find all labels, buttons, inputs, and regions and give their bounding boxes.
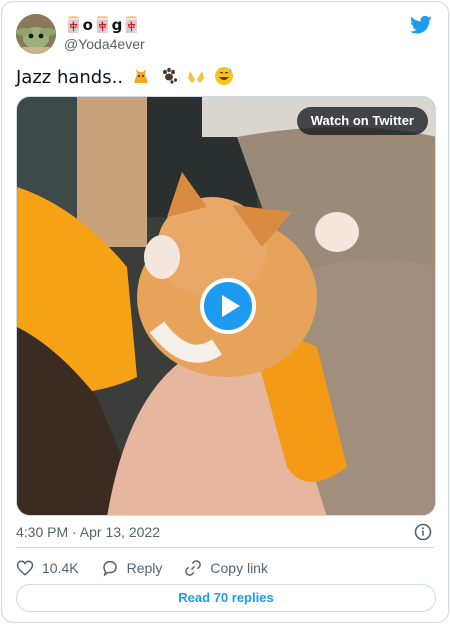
raised-hands-icon — [188, 71, 205, 83]
read-replies-button[interactable]: Read 70 replies — [16, 584, 436, 612]
tweet-text: Jazz hands.. — [16, 66, 234, 88]
author-handle[interactable]: @Yoda4ever — [64, 36, 145, 52]
video-player[interactable]: Watch on Twitter — [16, 96, 436, 516]
play-button[interactable] — [200, 278, 256, 334]
author-name[interactable]: 🀄o🀄g🀄 — [64, 16, 141, 34]
link-icon — [185, 560, 202, 576]
divider — [16, 547, 434, 548]
grinning-sweat-icon — [215, 67, 233, 85]
info-icon[interactable] — [414, 523, 432, 541]
paw-prints-icon — [162, 67, 177, 84]
like-button[interactable]: 10.4K — [16, 559, 79, 577]
avatar[interactable] — [16, 14, 56, 54]
like-count: 10.4K — [42, 560, 79, 576]
tweet-timestamp[interactable]: 4:30 PM · Apr 13, 2022 — [16, 524, 160, 540]
heart-icon — [16, 560, 34, 576]
action-bar: 10.4K Reply Copy link — [16, 557, 290, 579]
play-icon — [222, 295, 240, 317]
tweet-card: 🀄o🀄g🀄 @Yoda4ever Jazz hands.. Watch on T… — [1, 1, 449, 623]
watch-on-twitter-button[interactable]: Watch on Twitter — [296, 107, 428, 135]
avatar-image — [16, 14, 56, 54]
copy-link-label: Copy link — [210, 560, 268, 576]
cat-icon — [133, 69, 148, 83]
reply-button[interactable]: Reply — [101, 559, 163, 577]
reply-icon — [102, 560, 117, 577]
reply-label: Reply — [126, 560, 163, 576]
tweet-text-content: Jazz hands.. — [16, 67, 124, 88]
twitter-bird-icon[interactable] — [410, 15, 432, 35]
copy-link-button[interactable]: Copy link — [184, 559, 268, 577]
